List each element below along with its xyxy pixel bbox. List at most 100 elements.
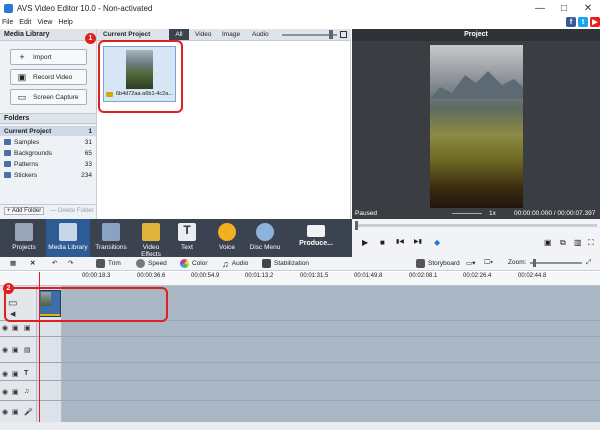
- step-badge-2: 2: [3, 283, 14, 294]
- playback-speed[interactable]: 1x: [489, 210, 496, 217]
- trim-button[interactable]: Trim: [96, 259, 121, 268]
- undo-icon[interactable]: ↶: [52, 259, 57, 267]
- timeline-zoom-knob[interactable]: [533, 259, 536, 267]
- track-divider: [0, 400, 600, 401]
- youtube-icon[interactable]: ▶: [590, 17, 600, 27]
- ruler-tick: 00:01:13.2: [245, 273, 274, 279]
- storyboard-button[interactable]: Storyboard: [416, 259, 460, 268]
- track-lock-icon[interactable]: ▣: [12, 388, 19, 396]
- grid-icon[interactable]: ▦: [10, 259, 16, 267]
- folder-name: Backgrounds: [14, 149, 52, 157]
- color-label: Color: [192, 260, 208, 267]
- twitter-icon[interactable]: t: [578, 17, 588, 27]
- thumbnail-size-knob[interactable]: [329, 30, 333, 39]
- folder-stickers[interactable]: Stickers 234: [0, 170, 96, 180]
- stop-icon[interactable]: ■: [380, 238, 385, 247]
- stabilization-button[interactable]: Stabilization: [262, 259, 309, 268]
- preview-title: Project: [352, 29, 600, 41]
- track-visibility-icon[interactable]: ◉: [2, 388, 8, 396]
- timeline[interactable]: ▭ ◀ ◉ ▣ ▣ ◉ ▣ ▤ ◉ ▣ T ◉ ▣ ♫ ◉ ▣ 🎤 2: [0, 272, 600, 422]
- tab-current-project[interactable]: Current Project: [103, 31, 150, 38]
- folder-backgrounds[interactable]: Backgrounds 65: [0, 148, 96, 158]
- thumbnail-size-icon: [340, 31, 347, 38]
- menu-help[interactable]: Help: [58, 19, 72, 26]
- split-icon[interactable]: ▥: [574, 238, 582, 247]
- time-display: 00:00:00.000 / 00:00:07.397: [514, 210, 596, 217]
- folder-icon: [4, 172, 11, 178]
- folder-patterns[interactable]: Patterns 33: [0, 159, 96, 169]
- ruler-tick: 00:02:08.1: [409, 273, 438, 279]
- monitor-dropdown[interactable]: 🖵▾: [484, 259, 493, 267]
- screen-capture-button[interactable]: ▭ Screen Capture: [10, 89, 87, 105]
- produce-label: Produce...: [299, 240, 333, 247]
- track-visibility-icon[interactable]: ◉: [2, 346, 8, 354]
- trim-label: Trim: [108, 260, 121, 267]
- folder-samples[interactable]: Samples 31: [0, 137, 96, 147]
- redo-icon[interactable]: ↷: [68, 259, 73, 267]
- import-button[interactable]: + Import: [10, 49, 87, 65]
- fullscreen-icon[interactable]: ⛶: [588, 238, 594, 248]
- tab-all[interactable]: All: [169, 29, 189, 40]
- close-button[interactable]: ✕: [576, 0, 600, 16]
- track-lock-icon[interactable]: ▣: [12, 346, 19, 354]
- preview-status-bar: Paused 1x 00:00:00.000 / 00:00:07.397: [352, 208, 600, 219]
- view-mode-dropdown[interactable]: ▭▾: [466, 259, 475, 267]
- voice-tab[interactable]: Voice: [212, 219, 242, 257]
- folder-count: 1: [88, 127, 92, 135]
- track-lock-icon[interactable]: ▣: [12, 370, 19, 378]
- folder-current-project[interactable]: Current Project 1: [0, 126, 96, 136]
- tab-video[interactable]: Video: [195, 31, 212, 38]
- delete-icon[interactable]: ✕: [30, 259, 35, 267]
- folder-count: 31: [84, 138, 92, 146]
- produce-button[interactable]: Produce...: [294, 219, 338, 257]
- track-lock-icon[interactable]: ▣: [12, 408, 19, 416]
- seek-knob[interactable]: [355, 221, 358, 230]
- track-lock-icon[interactable]: ▣: [12, 324, 19, 332]
- track-visibility-icon[interactable]: ◉: [2, 408, 8, 416]
- video-effects-icon: [142, 223, 160, 241]
- minimize-button[interactable]: —: [528, 0, 552, 16]
- add-folder-button[interactable]: + Add Folder: [4, 206, 45, 215]
- snapshot-icon[interactable]: ▣: [544, 238, 552, 247]
- audio-button[interactable]: ♫ Audio: [222, 259, 248, 269]
- media-library-panel: Media Library + Import ▣ Record Video ▭ …: [0, 29, 97, 219]
- projects-icon: [15, 223, 33, 241]
- video-effects-tab[interactable]: Video Effects: [132, 219, 170, 258]
- transitions-tab[interactable]: Transitions: [92, 219, 130, 257]
- volume-slider[interactable]: [452, 213, 482, 214]
- play-icon[interactable]: ▶: [362, 238, 368, 247]
- menu-edit[interactable]: Edit: [19, 19, 31, 26]
- highlight-box-2: [4, 287, 168, 322]
- media-library-tab[interactable]: Media Library: [46, 219, 90, 257]
- zoom-fit-icon[interactable]: ⤢: [586, 259, 591, 267]
- delete-folder-button[interactable]: — Delete Folder: [50, 208, 94, 214]
- text-label: Text: [181, 244, 193, 251]
- timeline-zoom-slider[interactable]: [530, 262, 582, 264]
- facebook-icon[interactable]: f: [566, 17, 576, 27]
- ruler-tick: 00:00:54.9: [191, 273, 220, 279]
- record-video-button[interactable]: ▣ Record Video: [10, 69, 87, 85]
- projects-tab[interactable]: Projects: [4, 219, 44, 257]
- disc-menu-tab[interactable]: Disc Menu: [248, 219, 282, 257]
- text-tab[interactable]: T Text: [172, 219, 202, 257]
- track-visibility-icon[interactable]: ◉: [2, 324, 8, 332]
- preview-panel: Project: [352, 29, 600, 219]
- timeline-scrollbar[interactable]: [0, 422, 600, 430]
- speed-button[interactable]: Speed: [136, 259, 167, 268]
- tab-audio[interactable]: Audio: [252, 31, 269, 38]
- crop-icon[interactable]: ⧉: [560, 238, 566, 248]
- mark-icon[interactable]: ◆: [434, 238, 440, 247]
- timeline-ruler[interactable]: 00:00:18.3 00:00:36.6 00:00:54.9 00:01:1…: [0, 272, 600, 286]
- prev-frame-icon[interactable]: ▮◀: [396, 238, 404, 245]
- tab-image[interactable]: Image: [222, 31, 240, 38]
- maximize-button[interactable]: □: [552, 0, 576, 16]
- menu-file[interactable]: File: [2, 19, 13, 26]
- color-button[interactable]: Color: [180, 259, 208, 268]
- menu-view[interactable]: View: [37, 19, 52, 26]
- seek-bar[interactable]: [355, 224, 597, 227]
- track-divider: [0, 362, 600, 363]
- next-frame-icon[interactable]: ▶▮: [414, 238, 422, 245]
- media-area: Current Project All Video Image Audio 6b…: [85, 29, 351, 219]
- track-visibility-icon[interactable]: ◉: [2, 370, 8, 378]
- stabilization-icon: [262, 259, 271, 268]
